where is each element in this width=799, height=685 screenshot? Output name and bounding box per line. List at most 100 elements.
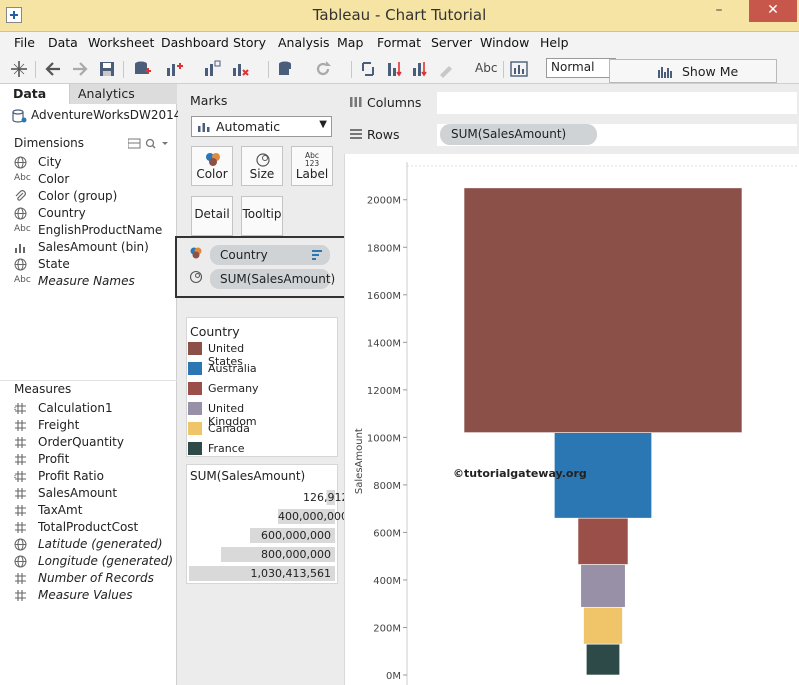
menu-story[interactable]: Story	[233, 35, 266, 50]
abc-icon: Abc	[14, 173, 31, 183]
legend-swatch	[188, 422, 202, 435]
hash-icon	[14, 521, 32, 535]
columns-drop-area[interactable]	[437, 92, 797, 114]
menu-analysis[interactable]: Analysis	[278, 35, 330, 50]
minimize-button[interactable]: –	[704, 0, 734, 22]
chevron-down-icon: ▼	[319, 119, 327, 130]
new-worksheet-icon[interactable]	[165, 60, 183, 78]
legend-label: Australia	[208, 362, 257, 375]
size-legend-item: 126,912,850	[303, 490, 373, 505]
globe-icon	[14, 538, 32, 552]
field-label: EnglishProductName	[38, 223, 163, 237]
field-label: Country	[38, 206, 86, 220]
highlight-icon[interactable]	[437, 60, 455, 78]
new-datasource-icon[interactable]	[133, 60, 151, 78]
globe-icon	[14, 258, 32, 272]
tooltip-button-label: Tooltip	[242, 207, 282, 221]
legend-label: Germany	[208, 382, 259, 395]
redo-arrow-icon[interactable]	[71, 60, 89, 78]
globe-icon	[14, 207, 32, 221]
y-tick-label: 1800M	[367, 243, 401, 254]
menu-server[interactable]: Server	[431, 35, 472, 50]
y-tick-label: 800M	[373, 481, 401, 492]
datasource-name: AdventureWorksDW2014	[31, 108, 182, 122]
label-button[interactable]: Abc 123 Label	[291, 146, 333, 186]
field-label: Profit	[38, 452, 70, 466]
field-label: Color	[38, 172, 70, 186]
clear-sheet-icon[interactable]	[231, 60, 249, 78]
menu-worksheet[interactable]: Worksheet	[88, 35, 154, 50]
menu-data[interactable]: Data	[48, 35, 78, 50]
bar-united-kingdom[interactable]	[580, 564, 626, 608]
detail-button[interactable]: Detail	[191, 196, 233, 236]
menu-map[interactable]: Map	[337, 35, 363, 50]
bar-united-states[interactable]	[463, 187, 743, 433]
columns-icon	[350, 97, 362, 107]
save-icon[interactable]	[98, 60, 116, 78]
refresh-icon[interactable]	[314, 60, 332, 78]
size-legend-item: 1,030,413,561	[189, 566, 335, 581]
rows-sum-salesamount-pill[interactable]: SUM(SalesAmount)	[440, 124, 597, 145]
field-label: Freight	[38, 418, 80, 432]
field-label: TotalProductCost	[38, 520, 139, 534]
hash-icon	[14, 436, 32, 450]
pause-updates-icon[interactable]	[277, 60, 295, 78]
stacked-bar-chart[interactable]: 0M 200M 400M 600M 800M 1000M 1200M 1400M 1600M 18…	[345, 154, 799, 685]
chart-view[interactable]: 0M 200M 400M 600M 800M 1000M 1200M 1400M 1600M 18…	[344, 154, 799, 685]
y-tick-label: 600M	[373, 528, 401, 539]
legend-swatch	[188, 402, 202, 415]
color-button[interactable]: Color	[191, 146, 233, 186]
paperclip-icon	[14, 190, 32, 204]
menu-help[interactable]: Help	[540, 35, 569, 50]
pane-divider	[0, 380, 177, 381]
sort-icon	[312, 250, 322, 260]
tab-data[interactable]: Data	[0, 84, 70, 104]
hash-icon	[14, 487, 32, 501]
label-button-label: Label	[295, 167, 329, 181]
tooltip-button[interactable]: Tooltip	[241, 196, 283, 236]
swap-rows-columns-icon[interactable]	[360, 60, 378, 78]
sort-descending-icon[interactable]	[411, 60, 429, 78]
sum-salesamount-pill-label: SUM(SalesAmount)	[220, 272, 336, 286]
close-button[interactable]: ✕	[749, 0, 797, 22]
dimensions-header: Dimensions	[14, 136, 85, 150]
field-label: State	[38, 257, 70, 271]
y-axis-title: SalesAmount	[354, 428, 365, 494]
size-button-label: Size	[249, 167, 275, 181]
sort-ascending-icon[interactable]	[386, 60, 404, 78]
field-label: TaxAmt	[38, 503, 83, 517]
menu-window[interactable]: Window	[480, 35, 529, 50]
fit-dropdown[interactable]: Normal	[546, 58, 616, 78]
y-tick-label: 0M	[386, 671, 401, 682]
bar-germany[interactable]	[577, 517, 629, 565]
abc-icon: Abc	[14, 224, 31, 234]
bar-canada[interactable]	[583, 606, 623, 645]
duplicate-sheet-icon[interactable]	[203, 60, 221, 78]
field-label: Number of Records	[38, 571, 154, 585]
y-tick-label: 2000M	[367, 196, 401, 207]
country-color-pill[interactable]: Country	[210, 245, 330, 265]
menu-format[interactable]: Format	[377, 35, 421, 50]
undo-arrow-icon[interactable]	[44, 60, 62, 78]
menu-dashboard[interactable]: Dashboard	[161, 35, 229, 50]
columns-shelf[interactable]: Columns	[344, 89, 799, 117]
bar-chart-icon	[658, 67, 672, 78]
size-button[interactable]: Size	[241, 146, 283, 186]
hash-icon	[14, 572, 32, 586]
tab-analytics[interactable]: Analytics	[70, 84, 177, 104]
show-me-button[interactable]: Show Me	[609, 59, 777, 83]
database-icon	[12, 109, 27, 123]
tableau-home-icon[interactable]	[10, 60, 28, 78]
mark-type-dropdown[interactable]: Automatic ▼	[191, 116, 332, 137]
sum-salesamount-size-pill[interactable]: SUM(SalesAmount)	[210, 269, 335, 289]
dimensions-tools-icon[interactable]	[128, 138, 172, 150]
title-bar: Tableau - Chart Tutorial – ✕	[0, 0, 799, 32]
bar-france[interactable]	[586, 643, 620, 676]
field-label: Measure Values	[38, 588, 133, 602]
hash-calc-icon: =	[11, 402, 32, 416]
menu-file[interactable]: File	[14, 35, 35, 50]
rows-icon	[350, 129, 362, 139]
show-labels-button[interactable]: Abc	[475, 61, 497, 75]
view-cards-icon[interactable]	[510, 60, 528, 78]
detail-button-label: Detail	[194, 207, 230, 221]
